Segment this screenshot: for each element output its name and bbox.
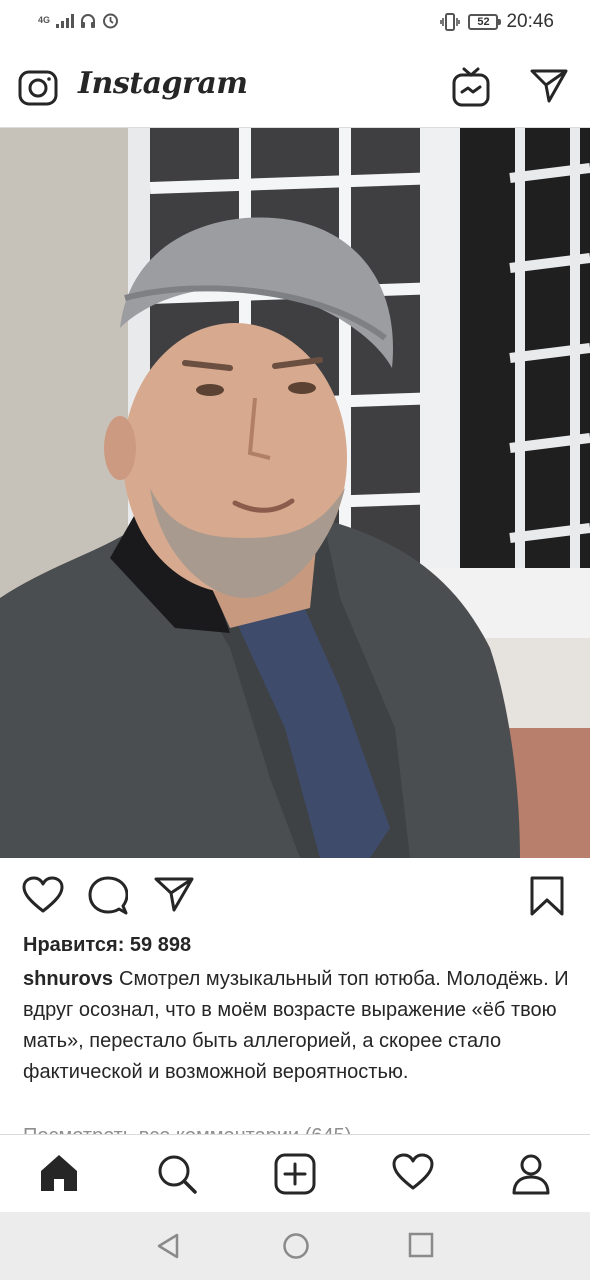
heart-icon[interactable] (22, 876, 64, 914)
signal-icon (56, 13, 75, 28)
battery-indicator: 52 (468, 14, 502, 30)
post-photo[interactable] (0, 128, 590, 858)
comment-icon[interactable] (88, 876, 128, 916)
bottom-tab-bar (0, 1134, 590, 1212)
back-icon[interactable] (155, 1232, 181, 1260)
post-caption: shnurovs Смотрел музыкальный топ ютюба. М… (23, 964, 571, 1088)
system-navigation-bar (0, 1212, 590, 1280)
camera-icon[interactable] (18, 68, 58, 106)
home-circle-icon[interactable] (282, 1232, 310, 1260)
recents-icon[interactable] (408, 1232, 434, 1258)
app-logo: Instagram (78, 66, 248, 101)
status-bar: 4G 52 20:46 (0, 0, 590, 48)
post-image (0, 128, 590, 858)
igtv-icon[interactable] (452, 66, 490, 108)
post-actions (0, 858, 590, 934)
status-left: 4G (38, 12, 119, 29)
search-icon[interactable] (156, 1153, 198, 1195)
alarm-icon (103, 13, 119, 29)
vibrate-icon (440, 13, 461, 31)
bookmark-icon[interactable] (529, 876, 565, 916)
network-type: 4G (38, 15, 51, 25)
headphones-icon (81, 13, 96, 28)
likes-count[interactable]: Нравится: 59 898 (23, 934, 191, 957)
app-header: Instagram (0, 48, 590, 128)
clock: 20:46 (506, 11, 554, 32)
home-icon[interactable] (39, 1153, 79, 1193)
profile-icon[interactable] (511, 1153, 551, 1195)
direct-message-icon[interactable] (530, 68, 568, 104)
caption-username[interactable]: shnurovs (23, 968, 113, 990)
activity-heart-icon[interactable] (392, 1153, 434, 1191)
status-right: 52 20:46 (440, 11, 554, 33)
share-icon[interactable] (154, 876, 194, 912)
add-post-icon[interactable] (274, 1153, 316, 1195)
